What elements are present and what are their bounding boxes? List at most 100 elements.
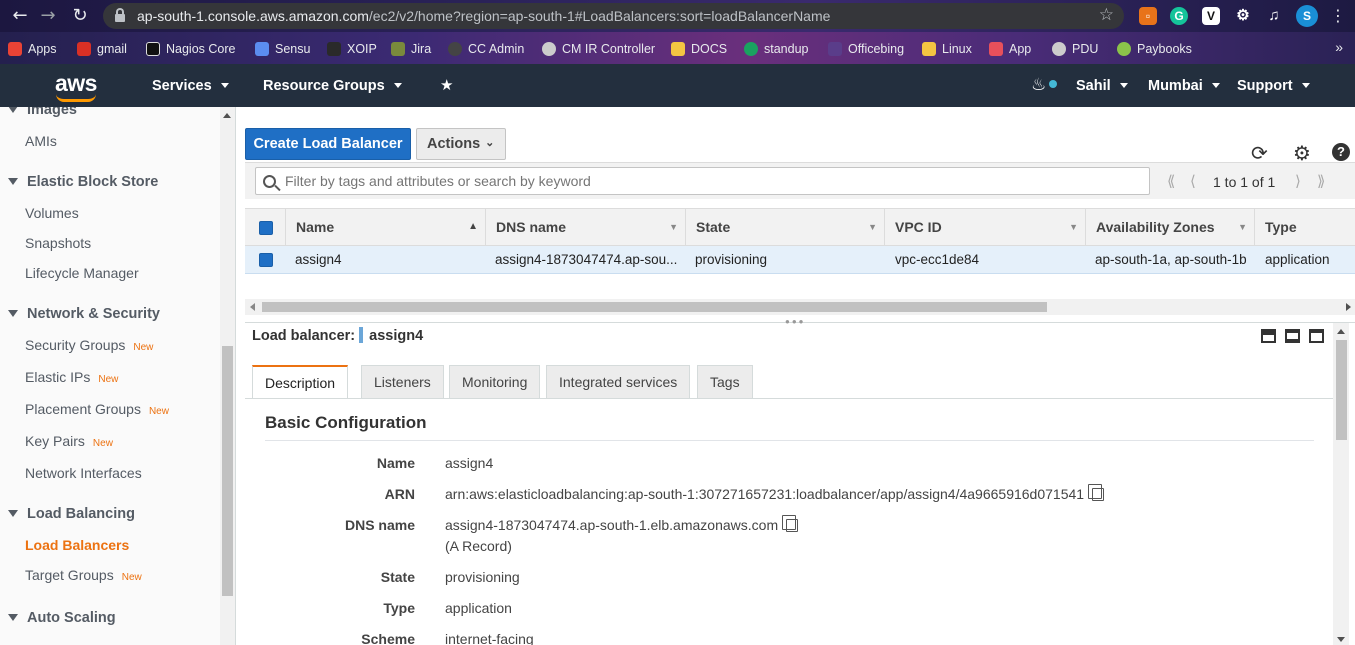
vimeo-extension-icon[interactable]: V xyxy=(1202,7,1220,25)
aws-logo[interactable]: aws xyxy=(55,70,97,97)
more-bookmarks-icon[interactable]: » xyxy=(1335,39,1343,55)
column-header-availability-zones[interactable]: Availability Zones ▼ xyxy=(1085,209,1254,247)
puzzle-icon[interactable]: ⚙ xyxy=(1234,7,1252,25)
resize-handle-icon[interactable]: ●●● xyxy=(785,317,806,326)
select-all-checkbox[interactable] xyxy=(259,221,273,235)
scroll-thumb[interactable] xyxy=(262,302,1047,312)
actions-button[interactable]: Actions ⌄ xyxy=(416,128,506,160)
table-horizontal-scrollbar[interactable] xyxy=(245,299,1355,315)
sidebar-item-placement-groups[interactable]: Placement Groups New xyxy=(25,401,169,417)
last-page-icon[interactable]: ⟫ xyxy=(1317,172,1325,190)
forward-icon[interactable]: → xyxy=(38,6,58,26)
bookmark-apps[interactable]: Apps xyxy=(8,40,57,57)
bookmark-cc-admin[interactable]: CC Admin xyxy=(448,40,524,57)
sidebar-group-load-balancing[interactable]: Load Balancing xyxy=(8,506,135,522)
column-header-name[interactable]: Name ▲ xyxy=(285,209,485,247)
create-load-balancer-button[interactable]: Create Load Balancer xyxy=(245,128,411,160)
sidebar-group-elastic-block-store[interactable]: Elastic Block Store xyxy=(8,174,158,190)
row-checkbox[interactable] xyxy=(259,253,273,267)
reload-icon[interactable]: ↻ xyxy=(70,6,90,26)
table-header: Name ▲ DNS name ▼ State ▼ VPC ID ▼ Availabil… xyxy=(245,208,1355,247)
help-icon[interactable]: ? xyxy=(1332,143,1350,161)
search-input[interactable] xyxy=(255,167,1150,195)
layout-full-icon[interactable] xyxy=(1309,329,1324,343)
region-menu[interactable]: Mumbai xyxy=(1148,78,1220,94)
scroll-down-icon[interactable] xyxy=(1337,637,1345,642)
column-header-type[interactable]: Type xyxy=(1254,209,1355,247)
detail-vertical-scrollbar[interactable] xyxy=(1333,323,1349,645)
scroll-left-icon[interactable] xyxy=(250,303,255,311)
column-header-dns-name[interactable]: DNS name ▼ xyxy=(485,209,685,247)
apps-grid-icon xyxy=(8,41,22,56)
user-menu[interactable]: Sahil xyxy=(1076,78,1128,94)
sidebar-item-target-groups[interactable]: Target Groups New xyxy=(25,567,142,583)
grammarly-icon[interactable]: G xyxy=(1170,7,1188,25)
address-bar[interactable]: ap-south-1.console.aws.amazon.com/ec2/v2… xyxy=(103,3,1124,29)
services-menu[interactable]: Services xyxy=(152,78,229,94)
first-page-icon[interactable]: ⟪ xyxy=(1167,172,1175,190)
prev-page-icon[interactable]: ⟨ xyxy=(1190,172,1196,190)
sidebar-item-load-balancers[interactable]: Load Balancers xyxy=(25,537,129,553)
sidebar-item-amis[interactable]: AMIs xyxy=(25,133,57,149)
tab-monitoring[interactable]: Monitoring xyxy=(449,365,541,399)
bookmark-paybooks[interactable]: Paybooks xyxy=(1117,40,1192,57)
column-header-vpc-id[interactable]: VPC ID ▼ xyxy=(884,209,1085,247)
sidebar-item-elastic-ips[interactable]: Elastic IPs New xyxy=(25,369,118,385)
bookmark-app[interactable]: App xyxy=(989,40,1031,57)
table-row[interactable]: assign4 assign4-1873047474.ap-sou... pro… xyxy=(245,246,1355,274)
media-icon[interactable]: ♫ xyxy=(1265,7,1283,25)
detail-title: Load balancer: assign4 xyxy=(252,327,424,344)
bell-icon[interactable]: ♨ xyxy=(1031,75,1046,95)
menu-kebab-icon[interactable]: ⋮ xyxy=(1328,6,1348,26)
sort-icon: ▼ xyxy=(1238,222,1247,232)
tab-integrated-services[interactable]: Integrated services xyxy=(546,365,691,399)
sidebar-group-auto-scaling[interactable]: Auto Scaling xyxy=(8,610,116,626)
bookmark-cm-ir-controller[interactable]: CM IR Controller xyxy=(542,40,655,57)
profile-avatar[interactable]: S xyxy=(1296,5,1318,27)
bookmark-gmail[interactable]: gmail xyxy=(77,40,127,57)
layout-split-icon[interactable] xyxy=(1285,329,1300,343)
bookmark-pdu[interactable]: PDU xyxy=(1052,40,1098,57)
bookmark-sensu[interactable]: Sensu xyxy=(255,40,310,57)
bookmark-nagios[interactable]: Nagios Core xyxy=(146,40,235,57)
scroll-up-icon[interactable] xyxy=(1337,329,1345,334)
sidebar-item-lifecycle-manager[interactable]: Lifecycle Manager xyxy=(25,265,139,281)
extension-icon[interactable]: ▫ xyxy=(1139,7,1157,25)
scroll-right-icon[interactable] xyxy=(1346,303,1351,311)
bookmark-star-icon[interactable]: ☆ xyxy=(1099,5,1114,25)
copy-icon[interactable] xyxy=(782,515,799,532)
field-value-state: provisioning xyxy=(445,569,520,585)
notification-dot xyxy=(1049,80,1057,88)
sidebar-group-network-security[interactable]: Network & Security xyxy=(8,306,160,322)
sidebar-item-key-pairs[interactable]: Key Pairs New xyxy=(25,433,113,449)
paybooks-icon xyxy=(1117,41,1131,56)
sidebar-item-snapshots[interactable]: Snapshots xyxy=(25,235,91,251)
tab-listeners[interactable]: Listeners xyxy=(361,365,444,399)
sidebar-scrollbar[interactable] xyxy=(220,107,235,645)
bookmark-jira[interactable]: Jira xyxy=(391,40,431,57)
new-badge: New xyxy=(92,438,113,449)
bookmark-xoip[interactable]: XOIP xyxy=(327,40,377,57)
scroll-thumb[interactable] xyxy=(222,346,233,596)
sidebar-item-network-interfaces[interactable]: Network Interfaces xyxy=(25,465,142,481)
tab-description[interactable]: Description xyxy=(252,365,349,399)
copy-icon[interactable] xyxy=(1088,484,1105,501)
pin-icon[interactable]: ★ xyxy=(440,76,453,94)
layout-bottom-icon[interactable] xyxy=(1261,329,1276,343)
tab-tags[interactable]: Tags xyxy=(697,365,753,399)
bookmark-standup[interactable]: standup xyxy=(744,40,808,57)
bookmark-officebing[interactable]: Officebing xyxy=(828,40,904,57)
sensu-icon xyxy=(255,41,269,56)
sidebar-item-volumes[interactable]: Volumes xyxy=(25,205,79,221)
scroll-thumb[interactable] xyxy=(1336,340,1347,440)
bookmark-docs[interactable]: DOCS xyxy=(671,40,727,57)
resource-groups-menu[interactable]: Resource Groups xyxy=(263,78,402,94)
support-menu[interactable]: Support xyxy=(1237,78,1310,94)
sidebar-item-security-groups[interactable]: Security Groups New xyxy=(25,337,153,353)
bookmark-linux[interactable]: Linux xyxy=(922,40,972,57)
next-page-icon[interactable]: ⟩ xyxy=(1295,172,1301,190)
column-header-state[interactable]: State ▼ xyxy=(685,209,884,247)
back-icon[interactable]: ← xyxy=(10,6,30,26)
sidebar-group-images[interactable]: Images xyxy=(8,107,77,118)
scroll-up-icon[interactable] xyxy=(223,113,231,118)
